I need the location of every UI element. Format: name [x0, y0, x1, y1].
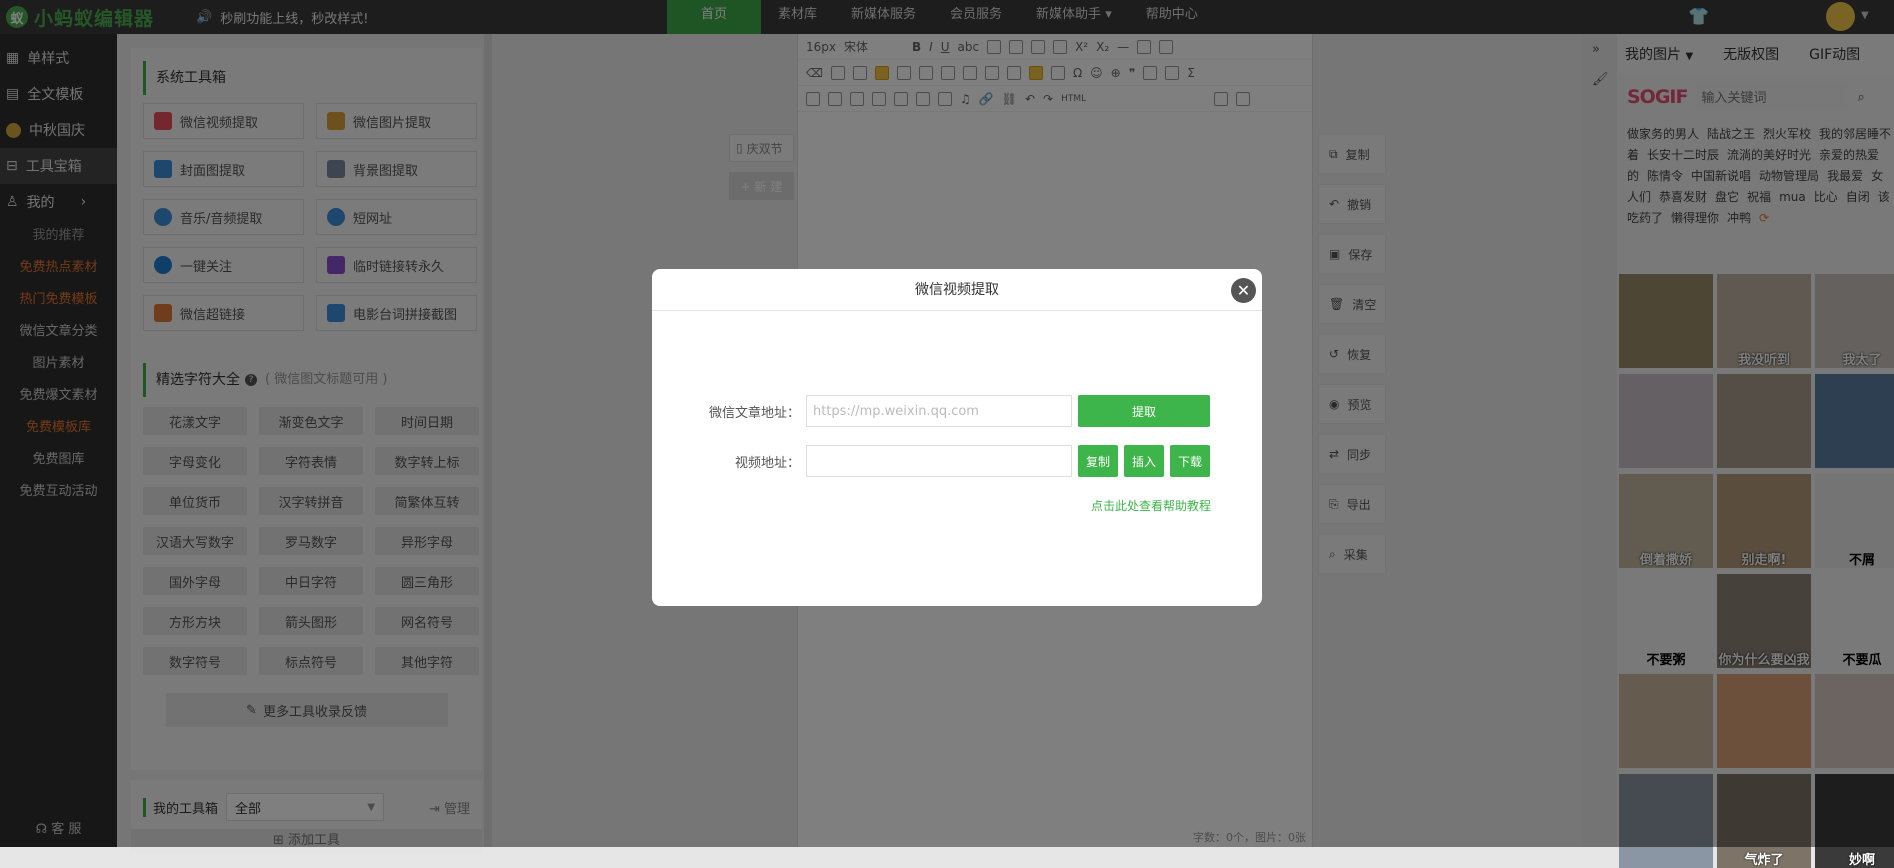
video-url-row: 视频地址： 复制 插入 下载 [652, 445, 1262, 477]
download-button[interactable]: 下载 [1170, 445, 1210, 477]
video-url-input[interactable] [806, 445, 1072, 477]
article-url-row: 微信文章地址： 提取 [652, 395, 1262, 427]
video-extract-dialog: 微信视频提取 ✕ 微信文章地址： 提取 视频地址： 复制 插入 下载 点击此处查… [652, 269, 1262, 606]
dialog-title: 微信视频提取 [652, 269, 1262, 311]
copy-button[interactable]: 复制 [1078, 445, 1118, 477]
insert-button[interactable]: 插入 [1124, 445, 1164, 477]
article-url-label: 微信文章地址： [708, 405, 800, 421]
help-tutorial-link[interactable]: 点击此处查看帮助教程 [1091, 497, 1211, 514]
article-url-input[interactable] [806, 395, 1072, 427]
video-url-label: 视频地址： [734, 455, 800, 471]
extract-button[interactable]: 提取 [1078, 395, 1210, 427]
close-icon[interactable]: ✕ [1231, 278, 1256, 303]
